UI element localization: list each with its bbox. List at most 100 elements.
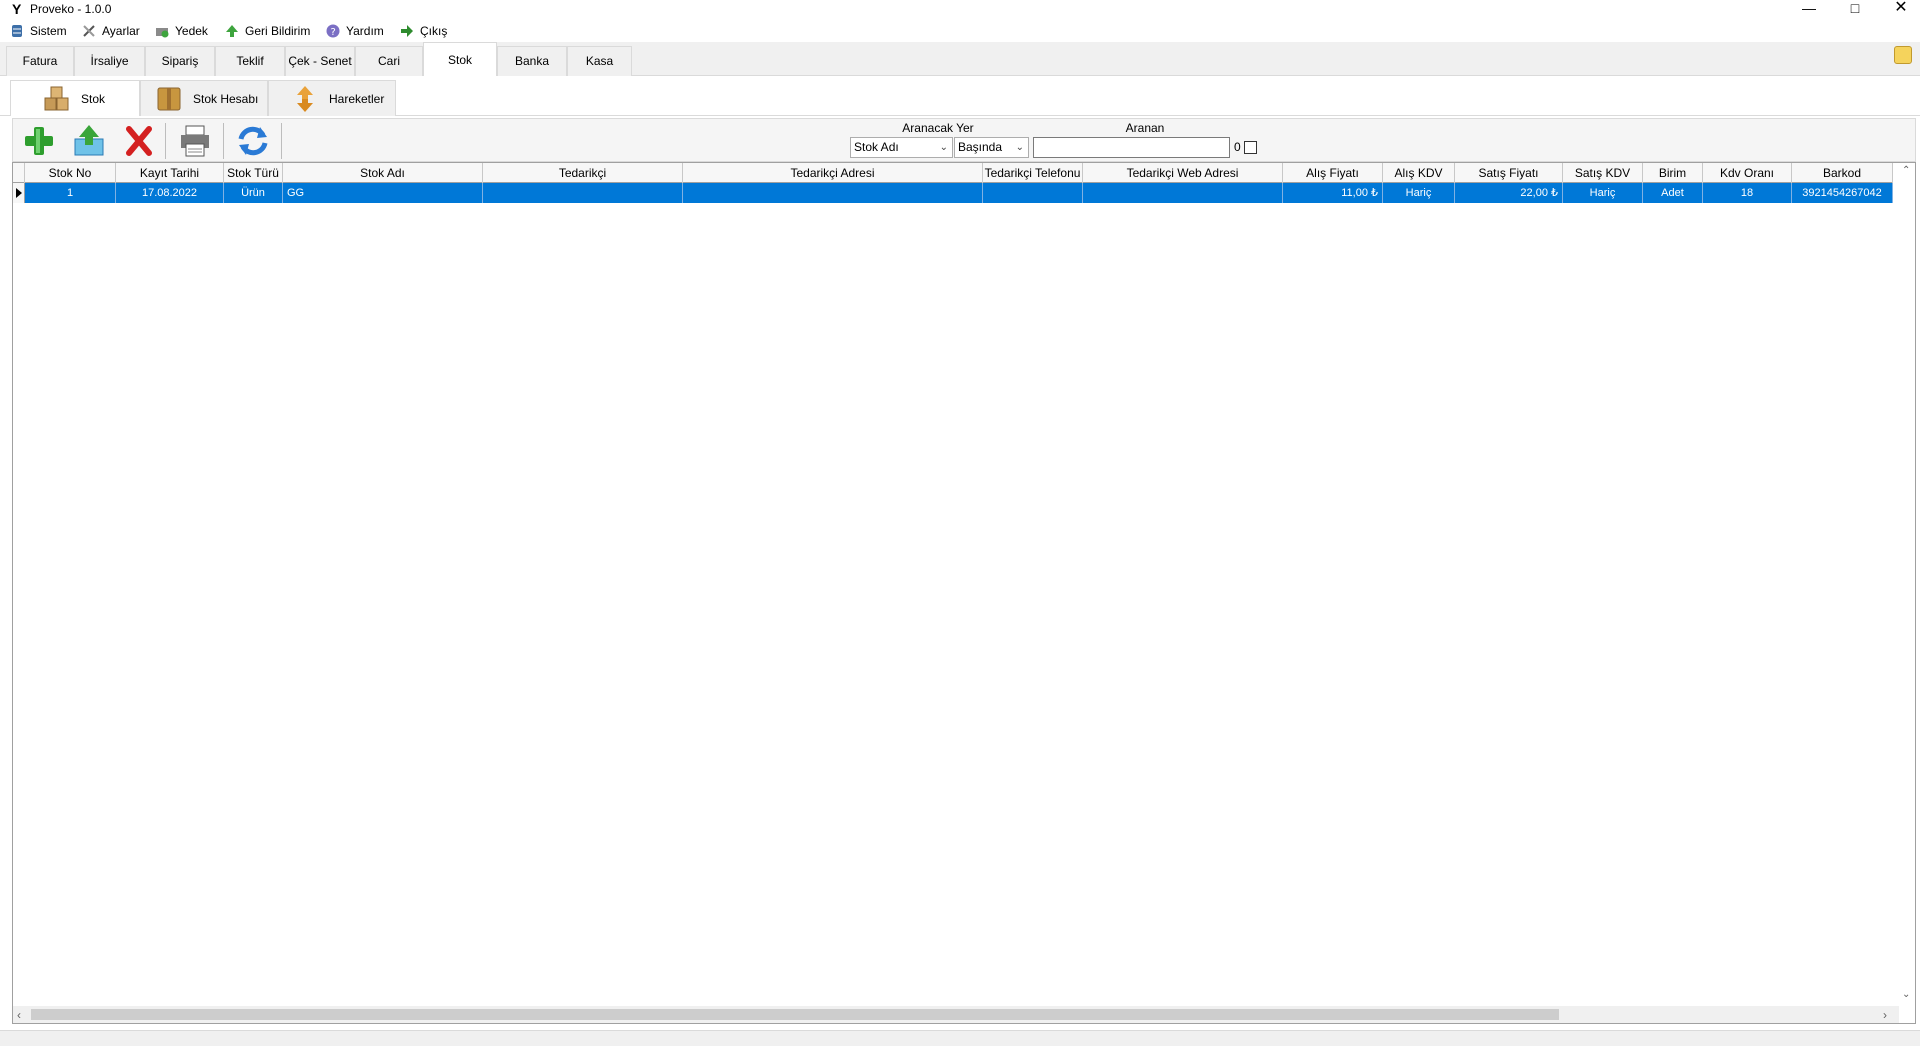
column-header[interactable]: Stok Adı — [283, 163, 483, 183]
status-bar — [0, 1030, 1920, 1046]
tab-teklif[interactable]: Teklif — [215, 46, 285, 76]
main-tabs: Fatura İrsaliye Sipariş Teklif Çek - Sen… — [0, 42, 1920, 77]
search-panel: Aranacak Yer Aranan Stok Adı ⌄ Başında ⌄… — [850, 120, 1260, 160]
cell-satis-kdv[interactable]: Hariç — [1563, 183, 1643, 203]
toolbar-separator — [281, 123, 282, 159]
delete-button[interactable] — [117, 123, 161, 159]
subtab-stok-hesabi[interactable]: Stok Hesabı — [140, 80, 268, 116]
column-header[interactable]: Stok No — [25, 163, 116, 183]
row-selector[interactable] — [13, 183, 25, 203]
svg-text:?: ? — [331, 27, 336, 38]
backup-icon — [155, 24, 169, 38]
menu-bar: Sistem Ayarlar Yedek Geri Bildirim ? Yar… — [0, 20, 1920, 42]
app-logo-icon: Y — [12, 1, 22, 17]
close-button[interactable]: ✕ — [1878, 0, 1920, 20]
vertical-scrollbar[interactable]: ⌃ ⌄ — [1898, 163, 1915, 1007]
result-count: 0 — [1234, 140, 1241, 154]
cell-tedarikci-telefonu[interactable] — [983, 183, 1083, 203]
menu-yardim[interactable]: ? Yardım — [326, 22, 384, 40]
search-checkbox[interactable] — [1244, 141, 1257, 154]
scroll-up-icon[interactable]: ⌃ — [1902, 165, 1910, 176]
column-header[interactable]: Kdv Oranı — [1703, 163, 1792, 183]
toolbar: Aranacak Yer Aranan Stok Adı ⌄ Başında ⌄… — [12, 118, 1916, 162]
search-input[interactable] — [1033, 137, 1230, 158]
search-term-label: Aranan — [1125, 121, 1165, 135]
chevron-down-icon: ⌄ — [939, 142, 948, 153]
menu-cikis[interactable]: Çıkış — [400, 22, 447, 40]
column-header[interactable]: Tedarikçi — [483, 163, 683, 183]
tab-cari[interactable]: Cari — [355, 46, 423, 76]
menu-sistem[interactable]: Sistem — [10, 22, 67, 40]
chevron-down-icon: ⌄ — [1015, 142, 1024, 153]
column-header[interactable]: Tedarikçi Adresi — [683, 163, 983, 183]
transfer-arrows-icon — [291, 85, 319, 112]
column-header[interactable]: Birim — [1643, 163, 1703, 183]
tab-kasa[interactable]: Kasa — [567, 46, 632, 76]
tools-icon — [82, 24, 96, 38]
column-header[interactable]: Tedarikçi Telefonu — [983, 163, 1083, 183]
row-header-corner — [13, 163, 25, 183]
cell-barkod[interactable]: 3921454267042 — [1792, 183, 1893, 203]
cell-stok-turu[interactable]: Ürün — [224, 183, 283, 203]
menu-yedek[interactable]: Yedek — [155, 22, 208, 40]
cell-tedarikci[interactable] — [483, 183, 683, 203]
horizontal-scroll-thumb[interactable] — [31, 1009, 1559, 1020]
cell-tedarikci-adresi[interactable] — [683, 183, 983, 203]
menu-geri-bildirim[interactable]: Geri Bildirim — [225, 22, 310, 40]
exit-icon — [400, 24, 414, 38]
tab-cek-senet[interactable]: Çek - Senet — [285, 46, 355, 76]
scroll-right-icon[interactable]: › — [1883, 1008, 1887, 1022]
cell-stok-adi[interactable]: GG — [283, 183, 483, 203]
column-header[interactable]: Barkod — [1792, 163, 1893, 183]
boxes-icon — [43, 86, 71, 112]
column-header[interactable]: Stok Türü — [224, 163, 283, 183]
horizontal-scrollbar[interactable]: ‹ › — [13, 1006, 1899, 1023]
tab-irsaliye[interactable]: İrsaliye — [74, 46, 145, 76]
menu-ayarlar[interactable]: Ayarlar — [82, 22, 140, 40]
tab-fatura[interactable]: Fatura — [6, 46, 74, 76]
scroll-left-icon[interactable]: ‹ — [17, 1008, 21, 1022]
book-icon — [155, 86, 183, 112]
sub-tabs: Stok Stok Hesabı Hareketler — [0, 76, 1920, 116]
column-header[interactable]: Alış KDV — [1383, 163, 1455, 183]
column-header[interactable]: Kayıt Tarihi — [116, 163, 224, 183]
print-button[interactable] — [173, 123, 217, 159]
column-header[interactable]: Tedarikçi Web Adresi — [1083, 163, 1283, 183]
tab-siparis[interactable]: Sipariş — [145, 46, 215, 76]
cell-satis-fiyati[interactable]: 22,00 ₺ — [1455, 183, 1563, 203]
help-icon: ? — [326, 24, 340, 38]
column-header[interactable]: Satış Fiyatı — [1455, 163, 1563, 183]
cell-birim[interactable]: Adet — [1643, 183, 1703, 203]
window-title: Proveko - 1.0.0 — [30, 2, 112, 16]
table-row[interactable]: 1 17.08.2022 Ürün GG 11,00 ₺ Hariç 22,00… — [13, 183, 1893, 203]
lock-icon[interactable] — [1894, 46, 1912, 64]
tab-stok[interactable]: Stok — [423, 42, 497, 77]
maximize-button[interactable]: □ — [1832, 0, 1878, 20]
add-button[interactable] — [17, 123, 61, 159]
subtab-hareketler[interactable]: Hareketler — [268, 80, 396, 116]
column-header[interactable]: Alış Fiyatı — [1283, 163, 1383, 183]
cell-stok-no[interactable]: 1 — [25, 183, 116, 203]
cell-kdv-orani[interactable]: 18 — [1703, 183, 1792, 203]
search-field-label: Aranacak Yer — [902, 121, 974, 135]
search-mode-select[interactable]: Başında ⌄ — [954, 137, 1029, 158]
toolbar-separator — [165, 123, 166, 159]
arrow-up-icon — [225, 24, 239, 38]
cell-alis-kdv[interactable]: Hariç — [1383, 183, 1455, 203]
refresh-button[interactable] — [231, 123, 275, 159]
scroll-down-icon[interactable]: ⌄ — [1902, 989, 1910, 1000]
tab-banka[interactable]: Banka — [497, 46, 567, 76]
subtab-stok[interactable]: Stok — [10, 80, 140, 116]
toolbar-separator — [223, 123, 224, 159]
column-header[interactable]: Satış KDV — [1563, 163, 1643, 183]
minimize-button[interactable]: — — [1786, 0, 1832, 20]
grid-header: Stok No Kayıt Tarihi Stok Türü Stok Adı … — [13, 163, 1893, 183]
cell-alis-fiyati[interactable]: 11,00 ₺ — [1283, 183, 1383, 203]
update-button[interactable] — [67, 123, 111, 159]
stock-grid: Stok No Kayıt Tarihi Stok Türü Stok Adı … — [12, 162, 1916, 1024]
search-field-select[interactable]: Stok Adı ⌄ — [850, 137, 953, 158]
cell-kayit-tarihi[interactable]: 17.08.2022 — [116, 183, 224, 203]
current-row-icon — [16, 188, 22, 198]
cell-tedarikci-web-adresi[interactable] — [1083, 183, 1283, 203]
database-icon — [10, 24, 24, 38]
